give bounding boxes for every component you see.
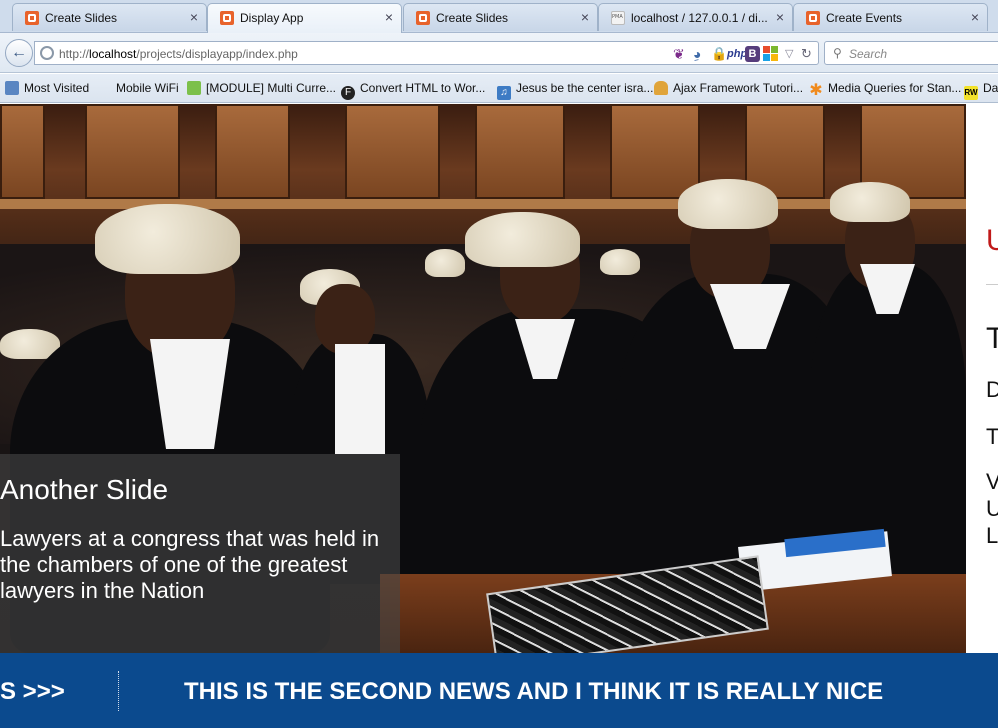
ticker-label: S >>> — [0, 678, 65, 705]
tab-create-events[interactable]: Create Events × — [793, 3, 988, 31]
bookmark-jesus-center[interactable]: ♫ Jesus be the center isra... — [497, 81, 653, 100]
search-box[interactable]: ⚲ Search — [824, 41, 998, 65]
slide-description: Lawyers at a congress that was held in t… — [0, 526, 380, 603]
ticker-news-text[interactable]: THIS IS THE SECOND NEWS AND I THINK IT I… — [184, 678, 883, 706]
xampp-icon — [25, 11, 39, 25]
tab-label: Display App — [240, 11, 304, 25]
tab-display-app[interactable]: Display App × — [207, 3, 402, 33]
swirl-icon[interactable]: ِ◕ — [693, 46, 701, 62]
event-title: T — [986, 322, 998, 355]
ticker-separator — [118, 671, 119, 711]
tab-label: localhost / 127.0.0.1 / di... — [631, 11, 768, 25]
navigation-toolbar: ← http://localhost/projects/displayapp/i… — [0, 33, 998, 73]
xampp-icon — [806, 11, 820, 25]
lock-icon[interactable]: 🔒 — [711, 46, 727, 62]
bookmark-mobile-wifi[interactable]: Mobile WiFi — [116, 81, 179, 95]
browser-tab-strip: Create Slides × Display App × Create Sli… — [0, 0, 998, 33]
wood-panel — [345, 104, 440, 199]
wood-panel — [475, 104, 565, 199]
search-placeholder: Search — [849, 47, 888, 61]
section-heading: U — [986, 224, 998, 257]
opencart-icon — [187, 81, 201, 95]
music-icon: ♫ — [497, 86, 511, 100]
wood-panel — [610, 104, 700, 199]
bookmark-most-visited[interactable]: Most Visited — [5, 81, 89, 95]
back-button[interactable]: ← — [5, 39, 33, 67]
close-icon[interactable]: × — [190, 9, 198, 25]
close-icon[interactable]: × — [385, 9, 393, 25]
f-icon: F — [341, 86, 355, 100]
news-ticker: S >>> THIS IS THE SECOND NEWS AND I THIN… — [0, 653, 998, 728]
globe-icon — [40, 46, 54, 60]
bookmark-da[interactable]: RW Da — [964, 81, 998, 100]
wig — [600, 249, 640, 275]
tab-phpmyadmin[interactable]: localhost / 127.0.0.1 / di... × — [598, 3, 793, 31]
event-line: V — [986, 469, 998, 494]
close-icon[interactable]: × — [581, 9, 589, 25]
slide-caption: Another Slide Lawyers at a congress that… — [0, 454, 400, 653]
url-text[interactable]: http://localhost/projects/displayapp/ind… — [59, 47, 298, 61]
event-line: T — [986, 424, 998, 449]
rw-icon: RW — [964, 86, 978, 100]
tab-label: Create Slides — [436, 11, 509, 25]
dropdown-arrow-icon[interactable]: ▽ — [785, 46, 793, 62]
wood-panel — [215, 104, 290, 199]
wood-panel — [0, 104, 45, 199]
bookmarks-toolbar: Most Visited Mobile WiFi [MODULE] Multi … — [0, 74, 998, 103]
search-icon: ⚲ — [833, 46, 842, 60]
bootstrap-icon[interactable]: B — [745, 46, 760, 62]
wig — [425, 249, 465, 277]
asterisk-icon: ✱ — [809, 82, 823, 99]
event-line: L — [986, 523, 998, 548]
wig — [678, 179, 778, 229]
page-viewport: Another Slide Lawyers at a congress that… — [0, 104, 998, 728]
bookmark-ajax-framework[interactable]: Ajax Framework Tutori... — [654, 81, 803, 95]
xampp-icon — [220, 11, 234, 25]
windows-icon[interactable] — [763, 46, 778, 62]
wig — [95, 204, 240, 274]
reload-icon[interactable]: ↻ — [801, 46, 812, 62]
right-content-column: U T D T V U L — [966, 104, 998, 653]
slider-image[interactable]: Another Slide Lawyers at a congress that… — [0, 104, 966, 653]
event-line: U — [986, 496, 998, 521]
tab-create-slides-1[interactable]: Create Slides × — [12, 3, 207, 31]
bookmark-convert-html[interactable]: F Convert HTML to Wor... — [341, 81, 485, 100]
feather-icon[interactable]: ❦ — [673, 46, 685, 62]
close-icon[interactable]: × — [971, 9, 979, 25]
bookmark-media-queries[interactable]: ✱ Media Queries for Stan... — [809, 81, 961, 99]
folder-icon — [654, 81, 668, 95]
close-icon[interactable]: × — [776, 9, 784, 25]
back-arrow-icon: ← — [11, 44, 27, 61]
bookmark-page-icon — [5, 81, 19, 95]
collar-bands — [335, 344, 385, 454]
divider — [986, 284, 998, 285]
wood-panel — [85, 104, 180, 199]
bookmark-multi-currency[interactable]: [MODULE] Multi Curre... — [187, 81, 336, 95]
wig — [830, 182, 910, 222]
wig — [465, 212, 580, 267]
tab-create-slides-2[interactable]: Create Slides × — [403, 3, 598, 31]
tab-label: Create Events — [826, 11, 903, 25]
address-bar[interactable]: http://localhost/projects/displayapp/ind… — [34, 41, 819, 65]
phpmyadmin-icon — [611, 11, 625, 25]
event-line: D — [986, 377, 998, 402]
xampp-icon — [416, 11, 430, 25]
tab-label: Create Slides — [45, 11, 118, 25]
slide-title: Another Slide — [0, 474, 169, 505]
